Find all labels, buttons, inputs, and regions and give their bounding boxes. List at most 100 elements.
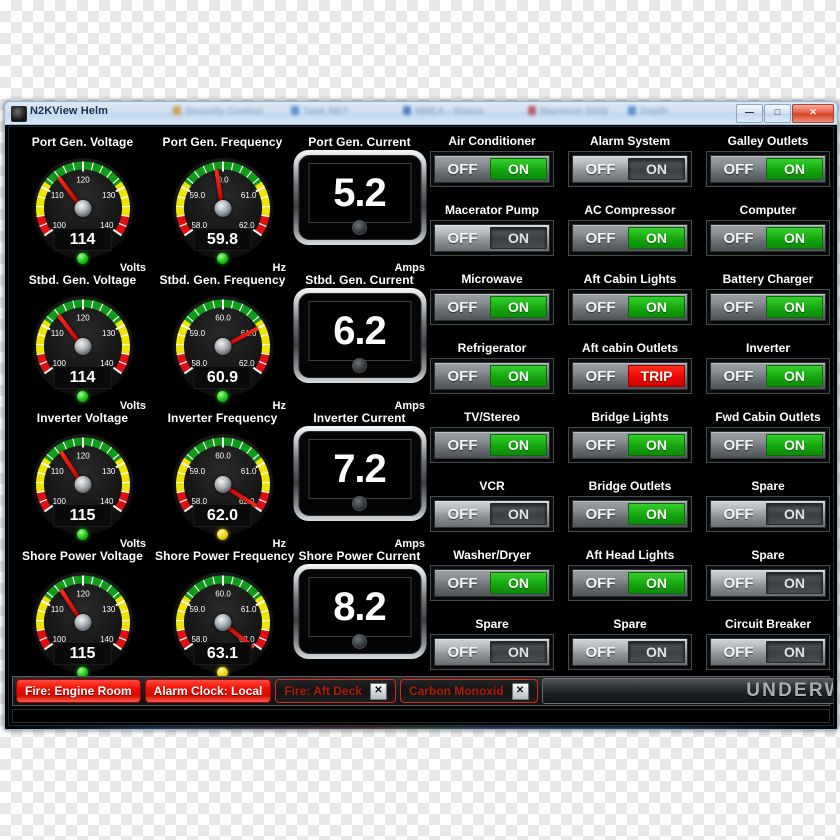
readout-inverter-current[interactable]: Inverter Current 7.2 Amps xyxy=(290,411,429,550)
rocker-switch[interactable]: OFF ON xyxy=(434,224,550,252)
switch-on-side[interactable]: ON xyxy=(490,572,547,594)
switch-off-side[interactable]: OFF xyxy=(573,156,628,182)
switch-bridge-lights[interactable]: Bridge Lights OFF ON xyxy=(568,410,692,466)
gauge-shore-power-frequency[interactable]: Shore Power Frequency58.059.060.061.062.… xyxy=(155,549,294,688)
switch-off-side[interactable]: OFF xyxy=(711,294,766,320)
switch-circuit-breaker[interactable]: Circuit Breaker OFF ON xyxy=(706,617,830,673)
switch-on-side[interactable]: ON xyxy=(628,641,685,663)
rocker-switch[interactable]: OFF ON xyxy=(434,638,550,666)
gauge-shore-power-voltage[interactable]: Shore Power Voltage100110120130140115Vol… xyxy=(15,549,150,688)
switch-off-side[interactable]: OFF xyxy=(573,570,628,596)
readout-shore-power-current[interactable]: Shore Power Current8.2Amps xyxy=(290,549,429,688)
rocker-switch[interactable]: OFF ON xyxy=(434,500,550,528)
switch-off-side[interactable]: OFF xyxy=(435,570,490,596)
window-titlebar[interactable]: N2KView Helm Security Control Tank NET NME… xyxy=(5,102,837,125)
switch-off-side[interactable]: OFF xyxy=(435,639,490,665)
rocker-switch[interactable]: OFF ON xyxy=(710,293,826,321)
switch-on-side[interactable]: ON xyxy=(766,365,823,387)
switch-air-conditioner[interactable]: Air Conditioner OFF ON xyxy=(430,134,554,190)
switch-off-side[interactable]: OFF xyxy=(435,225,490,251)
rocker-switch[interactable]: OFF ON xyxy=(434,293,550,321)
alarm-close-icon[interactable]: ✕ xyxy=(369,682,387,700)
switch-off-side[interactable]: OFF xyxy=(573,432,628,458)
gauge-stbd-gen-voltage[interactable]: Stbd. Gen. Voltage 100 110 120 130 140 114 Volt… xyxy=(15,273,150,412)
switch-off-side[interactable]: OFF xyxy=(573,501,628,527)
switch-off-side[interactable]: OFF xyxy=(573,363,628,389)
switch-computer[interactable]: Computer OFF ON xyxy=(706,203,830,259)
switch-on-side[interactable]: ON xyxy=(628,503,685,525)
switch-on-side[interactable]: ON xyxy=(628,434,685,456)
rocker-switch[interactable]: OFF ON xyxy=(710,500,826,528)
switch-off-side[interactable]: OFF xyxy=(711,432,766,458)
switch-on-side[interactable]: ON xyxy=(766,434,823,456)
switch-off-side[interactable]: OFF xyxy=(711,156,766,182)
switch-spare[interactable]: Spare OFF ON xyxy=(568,617,692,673)
switch-refrigerator[interactable]: Refrigerator OFF ON xyxy=(430,341,554,397)
background-tab[interactable]: Maretron DSM xyxy=(528,106,608,120)
switch-off-side[interactable]: OFF xyxy=(711,501,766,527)
switch-aft-cabin-lights[interactable]: Aft Cabin Lights OFF ON xyxy=(568,272,692,328)
switch-macerator-pump[interactable]: Macerator Pump OFF ON xyxy=(430,203,554,259)
switch-on-side[interactable]: ON xyxy=(628,572,685,594)
minimize-button[interactable]: — xyxy=(736,104,763,123)
rocker-switch[interactable]: OFF ON xyxy=(710,155,826,183)
rocker-switch[interactable]: OFF ON xyxy=(572,431,688,459)
rocker-switch[interactable]: OFF ON xyxy=(572,155,688,183)
switch-washer-dryer[interactable]: Washer/Dryer OFF ON xyxy=(430,548,554,604)
rocker-switch[interactable]: OFF ON xyxy=(710,224,826,252)
switch-vcr[interactable]: VCR OFF ON xyxy=(430,479,554,535)
switch-off-side[interactable]: OFF xyxy=(435,501,490,527)
gauge-inverter-frequency[interactable]: Inverter Frequency58.059.060.061.062.062… xyxy=(155,411,290,550)
switch-galley-outlets[interactable]: Galley Outlets OFF ON xyxy=(706,134,830,190)
switch-inverter[interactable]: Inverter OFF ON xyxy=(706,341,830,397)
switch-battery-charger[interactable]: Battery Charger OFF ON xyxy=(706,272,830,328)
rocker-switch[interactable]: OFF ON xyxy=(434,431,550,459)
switch-off-side[interactable]: OFF xyxy=(435,294,490,320)
alarm-close-icon[interactable]: ✕ xyxy=(511,682,529,700)
switch-on-side[interactable]: ON xyxy=(490,503,547,525)
switch-trip-side[interactable]: TRIP xyxy=(628,365,685,387)
rocker-switch[interactable]: OFF ON xyxy=(434,362,550,390)
switch-off-side[interactable]: OFF xyxy=(573,294,628,320)
switch-on-side[interactable]: ON xyxy=(490,227,547,249)
alarm-fire-engine-room[interactable]: Fire: Engine Room xyxy=(16,679,141,703)
switch-spare[interactable]: Spare OFF ON xyxy=(706,548,830,604)
rocker-switch[interactable]: OFF ON xyxy=(572,500,688,528)
rocker-switch[interactable]: OFF ON xyxy=(572,569,688,597)
switch-on-side[interactable]: ON xyxy=(490,158,547,180)
switch-on-side[interactable]: ON xyxy=(628,296,685,318)
switch-on-side[interactable]: ON xyxy=(490,641,547,663)
switch-off-side[interactable]: OFF xyxy=(435,156,490,182)
switch-on-side[interactable]: ON xyxy=(766,503,823,525)
alarm-fire-aft-deck[interactable]: Fire: Aft Deck ✕ xyxy=(275,679,396,703)
rocker-switch[interactable]: OFF ON xyxy=(434,569,550,597)
maximize-button[interactable]: □ xyxy=(764,104,791,123)
gauge-inverter-voltage[interactable]: Inverter Voltage 100 110 120 130 140 115 Volts xyxy=(15,411,150,550)
alarm-carbon-monoxid[interactable]: Carbon Monoxid ✕ xyxy=(399,679,538,703)
switch-off-side[interactable]: OFF xyxy=(573,639,628,665)
switch-off-side[interactable]: OFF xyxy=(435,432,490,458)
alarm-alarm-clock-local[interactable]: Alarm Clock: Local xyxy=(144,679,272,703)
rocker-switch[interactable]: OFF ON xyxy=(572,224,688,252)
switch-aft-head-lights[interactable]: Aft Head Lights OFF ON xyxy=(568,548,692,604)
switch-fwd-cabin-outlets[interactable]: Fwd Cabin Outlets OFF ON xyxy=(706,410,830,466)
switch-on-side[interactable]: ON xyxy=(490,365,547,387)
readout-port-gen-current[interactable]: Port Gen. Current 5.2 Amps xyxy=(290,135,429,274)
switch-off-side[interactable]: OFF xyxy=(711,225,766,251)
background-tab[interactable]: NMEA - Status xyxy=(403,106,484,120)
rocker-switch[interactable]: OFF ON xyxy=(434,155,550,183)
switch-on-side[interactable]: ON xyxy=(490,296,547,318)
rocker-switch[interactable]: OFF ON xyxy=(710,569,826,597)
switch-ac-compressor[interactable]: AC Compressor OFF ON xyxy=(568,203,692,259)
rocker-switch[interactable]: OFF ON xyxy=(572,293,688,321)
switch-on-side[interactable]: ON xyxy=(766,296,823,318)
switch-aft-cabin-outlets[interactable]: Aft cabin Outlets OFF TRIP xyxy=(568,341,692,397)
switch-on-side[interactable]: ON xyxy=(766,227,823,249)
background-tab[interactable]: Security Control xyxy=(173,106,263,120)
switch-spare[interactable]: Spare OFF ON xyxy=(706,479,830,535)
switch-off-side[interactable]: OFF xyxy=(573,225,628,251)
rocker-switch[interactable]: OFF ON xyxy=(710,362,826,390)
switch-on-side[interactable]: ON xyxy=(766,641,823,663)
switch-off-side[interactable]: OFF xyxy=(435,363,490,389)
switch-spare[interactable]: Spare OFF ON xyxy=(430,617,554,673)
